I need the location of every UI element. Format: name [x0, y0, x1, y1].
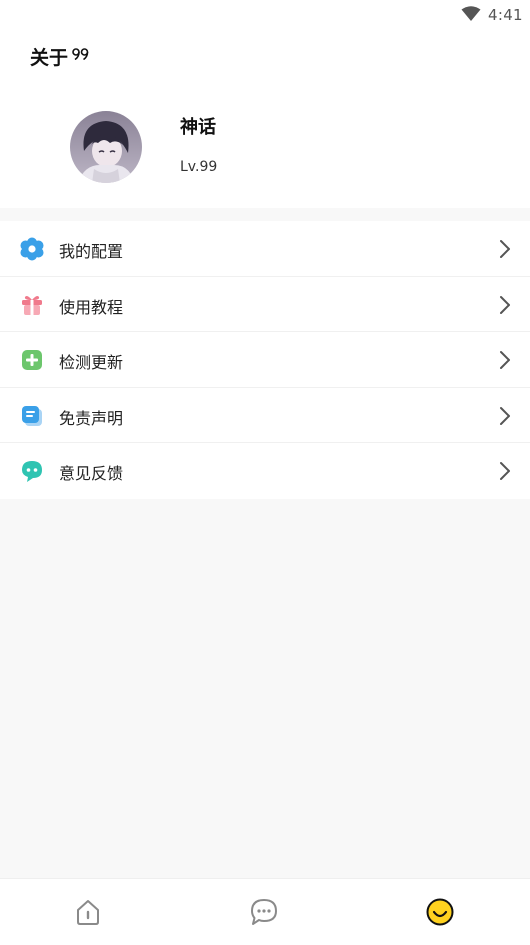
menu-item-label: 意见反馈: [59, 464, 124, 483]
message-icon[interactable]: [249, 897, 279, 927]
menu-item-label: 检测更新: [59, 353, 124, 372]
username: 神话: [180, 117, 216, 138]
flower-gear-icon: [20, 237, 44, 261]
menu-item-label: 我的配置: [59, 242, 124, 261]
menu-item-label: 免责声明: [59, 408, 124, 428]
wifi-icon: [461, 6, 481, 21]
smile-icon[interactable]: [425, 897, 455, 927]
menu-item-tutorial[interactable]: 使用教程: [0, 277, 530, 332]
menu-item-feedback[interactable]: 意见反馈: [0, 443, 530, 499]
menu-item-disclaimer[interactable]: 免责声明: [0, 388, 530, 443]
status-time: 4:41: [488, 6, 523, 24]
avatar[interactable]: [70, 111, 142, 183]
chevron-right-icon: [500, 295, 510, 314]
settings-menu: 我的配置 使用教程 检测更新 免责声明 意见反馈: [0, 221, 530, 499]
chevron-right-icon: [500, 351, 510, 369]
profile-header: 关于 神话 Lv.99: [0, 30, 530, 208]
avatar-image: [70, 111, 142, 183]
chevron-right-icon: [500, 462, 510, 480]
home-icon[interactable]: [73, 897, 103, 927]
gift-icon: [22, 295, 42, 315]
chat-bubble-icon: [22, 461, 42, 482]
quote-icon: [72, 48, 89, 60]
bottom-tab-bar: [0, 878, 530, 945]
chevron-right-icon: [500, 406, 510, 425]
menu-item-my-config[interactable]: 我的配置: [0, 221, 530, 277]
document-icon: [22, 405, 42, 426]
menu-item-check-update[interactable]: 检测更新: [0, 332, 530, 388]
user-level: Lv.99: [180, 159, 218, 175]
chevron-right-icon: [500, 240, 510, 258]
page-title: 关于: [30, 47, 69, 69]
plus-square-icon: [22, 350, 42, 370]
menu-item-label: 使用教程: [59, 297, 124, 317]
status-bar: 4:41: [0, 0, 530, 30]
